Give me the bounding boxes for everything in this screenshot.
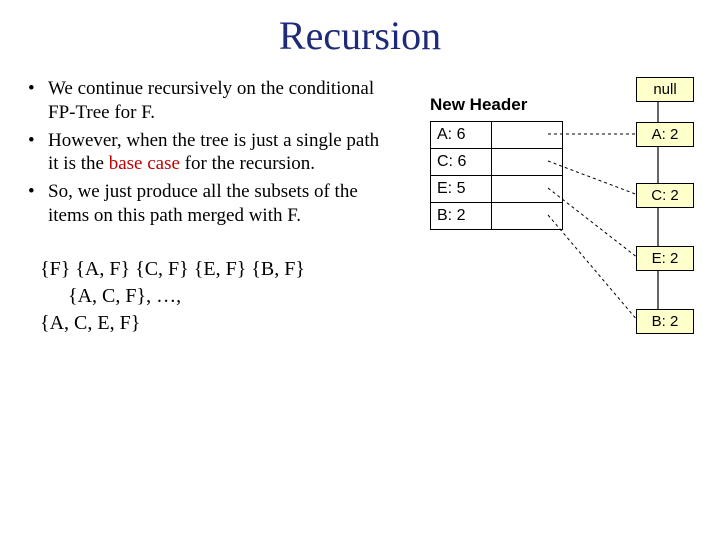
bullet-item: So, we just produce all the subsets of t… xyxy=(38,180,390,228)
text-fragment: for the recursion. xyxy=(180,153,315,174)
tree-node-b: B: 2 xyxy=(636,309,694,334)
header-link-cell xyxy=(492,149,563,176)
subset-line: {A, C, E, F} xyxy=(40,310,390,337)
diagram-column: New Header A: 6 C: 6 E: 5 B: 2 null A: 2… xyxy=(400,77,720,457)
header-cell: B: 2 xyxy=(431,203,492,230)
tree-node-e: E: 2 xyxy=(636,246,694,271)
subset-line: {F} {A, F} {C, F} {E, F} {B, F} xyxy=(40,256,390,283)
tree-node-null: null xyxy=(636,77,694,102)
subset-listing: {F} {A, F} {C, F} {E, F} {B, F} {A, C, F… xyxy=(20,256,390,337)
header-link-cell xyxy=(492,203,563,230)
header-link-cell xyxy=(492,176,563,203)
tree-node-c: C: 2 xyxy=(636,183,694,208)
bullet-item: We continue recursively on the condition… xyxy=(38,77,390,125)
header-cell: C: 6 xyxy=(431,149,492,176)
header-link-cell xyxy=(492,122,563,149)
header-cell: A: 6 xyxy=(431,122,492,149)
base-case-text: base case xyxy=(109,153,180,174)
header-table: A: 6 C: 6 E: 5 B: 2 xyxy=(430,121,563,230)
text-column: We continue recursively on the condition… xyxy=(0,77,400,337)
tree-node-a: A: 2 xyxy=(636,122,694,147)
bullet-list: We continue recursively on the condition… xyxy=(20,77,390,228)
subset-line: {A, C, F}, …, xyxy=(40,283,390,310)
bullet-item: However, when the tree is just a single … xyxy=(38,129,390,177)
new-header-label: New Header xyxy=(430,95,527,115)
slide-title: Recursion xyxy=(0,12,720,59)
header-cell: E: 5 xyxy=(431,176,492,203)
